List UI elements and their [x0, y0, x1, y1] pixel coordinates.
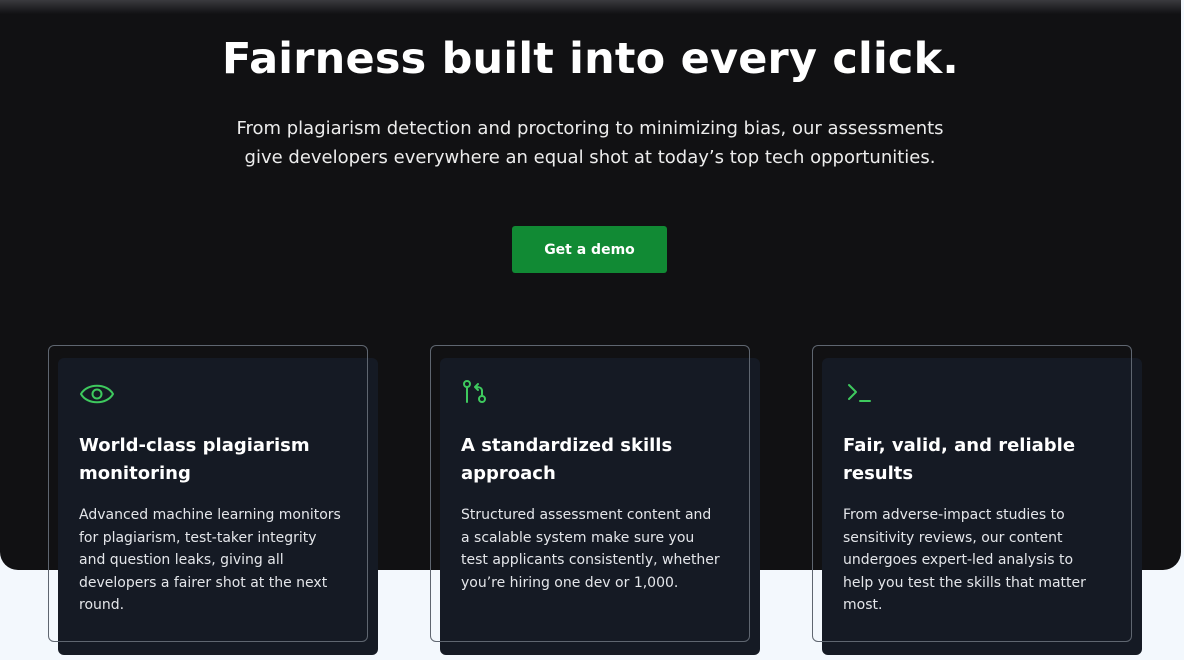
feature-card-title: A standardized skills approach	[461, 435, 673, 484]
feature-card-title: World-class plagiarism monitoring	[79, 435, 310, 484]
git-pull-request-icon	[461, 378, 497, 414]
feature-card-description: From adverse-impact studies to sensitivi…	[843, 507, 1086, 613]
feature-card-description: Structured assessment content and a scal…	[461, 507, 720, 591]
feature-card-standardized: A standardized skills approach Structure…	[440, 358, 760, 655]
feature-card-results: Fair, valid, and reliable results From a…	[822, 358, 1142, 655]
feature-card-description: Advanced machine learning monitors for p…	[79, 507, 341, 613]
get-a-demo-button[interactable]: Get a demo	[512, 226, 667, 273]
feature-card-plagiarism: World-class plagiarism monitoring Advanc…	[58, 358, 378, 655]
hero-top-fade	[0, 0, 1181, 14]
feature-card-title: Fair, valid, and reliable results	[843, 435, 1076, 484]
eye-icon	[79, 378, 115, 414]
page-title: Fairness built into every click.	[222, 34, 959, 84]
hero-subtitle: From plagiarism detection and proctoring…	[236, 118, 944, 168]
terminal-icon	[843, 378, 879, 414]
